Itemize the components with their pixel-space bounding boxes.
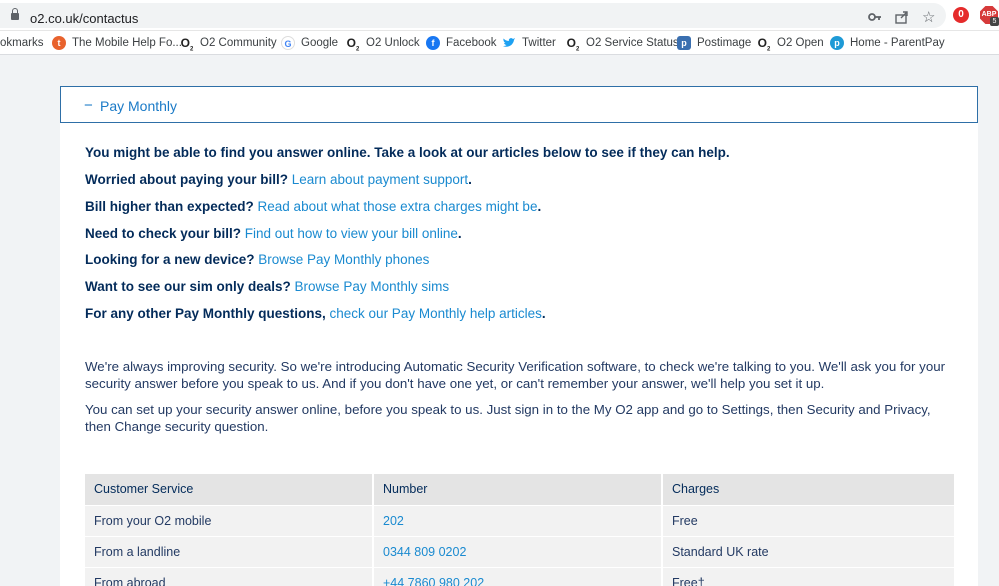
address-bar: o2.co.uk/contactus ☆ 0 ABP 5 xyxy=(0,0,999,31)
table-header-row: Customer Service Number Charges xyxy=(85,474,954,505)
intro-text: You might be able to find you answer onl… xyxy=(85,145,730,160)
o2-icon: O2 xyxy=(757,36,771,53)
table-cell: From your O2 mobile xyxy=(85,506,374,537)
pay-monthly-panel: − Pay Monthly You might be able to find … xyxy=(60,86,978,586)
pay-monthly-accordion-header[interactable]: − Pay Monthly xyxy=(60,86,978,123)
bookmark-label: O2 Open xyxy=(777,37,824,49)
table-cell: From a landline xyxy=(85,537,374,568)
bookmark-label: O2 Unlock xyxy=(366,37,420,49)
collapse-minus-icon[interactable]: − xyxy=(84,97,93,114)
security-setup-paragraph: You can set up your security answer onli… xyxy=(85,402,931,434)
bookmark-label: The Mobile Help Fo... xyxy=(72,37,182,49)
help-line-punct: . xyxy=(468,172,472,187)
table-cell: Free† xyxy=(672,576,705,586)
bookmarks-bar: okmarks t The Mobile Help Fo... O2 O2 Co… xyxy=(0,31,999,55)
help-line-punct: . xyxy=(541,306,546,321)
share-icon[interactable] xyxy=(895,10,909,28)
opera-extension-icon[interactable]: 0 xyxy=(953,7,969,23)
url-field[interactable]: o2.co.uk/contactus ☆ xyxy=(0,3,946,28)
o2-icon: O2 xyxy=(180,36,194,53)
bookmark-label: O2 Service Status xyxy=(586,37,679,49)
twitter-icon xyxy=(502,36,516,50)
table-cell: From abroad xyxy=(85,568,374,586)
help-line-text: Looking for a new device? xyxy=(85,252,259,267)
url-text[interactable]: o2.co.uk/contactus xyxy=(30,11,138,26)
google-icon: G xyxy=(281,36,295,50)
help-articles-link[interactable]: check our Pay Monthly help articles xyxy=(330,306,542,321)
o2-icon: O2 xyxy=(566,36,580,53)
facebook-icon: f xyxy=(426,36,440,50)
browse-sims-link[interactable]: Browse Pay Monthly sims xyxy=(295,279,450,294)
o2-icon: O2 xyxy=(346,36,360,53)
phone-number-link[interactable]: 202 xyxy=(374,506,663,537)
help-line: For any other Pay Monthly questions, che… xyxy=(85,306,546,321)
help-line: Want to see our sim only deals? Browse P… xyxy=(85,279,449,294)
lock-icon[interactable] xyxy=(11,8,19,22)
bookmark-label: O2 Community xyxy=(200,37,277,49)
view-bill-online-link[interactable]: Find out how to view your bill online xyxy=(245,226,458,241)
mobile-help-forum-icon: t xyxy=(52,36,66,50)
help-line-text: Worried about paying your bill? xyxy=(85,172,292,187)
bookmark-label: Twitter xyxy=(522,37,556,49)
help-line-text: Need to check your bill? xyxy=(85,226,245,241)
table-row: From abroad +44 7860 980 202 Free† xyxy=(85,567,954,586)
bookmark-label: Google xyxy=(301,37,339,49)
star-icon[interactable]: ☆ xyxy=(922,10,935,26)
help-line-text: Bill higher than expected? xyxy=(85,199,258,214)
help-line: Bill higher than expected? Read about wh… xyxy=(85,199,541,214)
security-paragraph: We're always improving security. So we'r… xyxy=(85,359,946,391)
column-header: Customer Service xyxy=(85,474,374,505)
key-icon[interactable] xyxy=(868,10,882,28)
column-header: Number xyxy=(374,474,663,505)
help-line-text: For any other Pay Monthly questions, xyxy=(85,306,330,321)
parentpay-icon: p xyxy=(830,36,844,50)
help-line-punct: . xyxy=(457,226,462,241)
table-cell: Free xyxy=(672,514,698,528)
phone-number-link[interactable]: +44 7860 980 202 xyxy=(374,568,663,586)
intro-line: You might be able to find you answer onl… xyxy=(85,145,730,160)
help-line: Looking for a new device? Browse Pay Mon… xyxy=(85,252,429,267)
table-row: From a landline 0344 809 0202 Standard U… xyxy=(85,536,954,568)
table-cell: Standard UK rate xyxy=(672,545,769,559)
postimage-icon: p xyxy=(677,36,691,50)
bookmark-label: okmarks xyxy=(0,37,44,49)
help-line: Need to check your bill? Find out how to… xyxy=(85,226,462,241)
column-header: Charges xyxy=(672,482,720,496)
accordion-title[interactable]: Pay Monthly xyxy=(100,98,177,114)
table-row: From your O2 mobile 202 Free xyxy=(85,505,954,537)
help-line-text: Want to see our sim only deals? xyxy=(85,279,295,294)
adblock-badge: 5 xyxy=(990,17,999,26)
page-content: − Pay Monthly You might be able to find … xyxy=(0,56,999,586)
extra-charges-link[interactable]: Read about what those extra charges migh… xyxy=(258,199,538,214)
phone-number-link[interactable]: 0344 809 0202 xyxy=(374,537,663,568)
bookmark-label: Postimage xyxy=(697,37,752,49)
bookmark-label: Home - ParentPay xyxy=(850,37,945,49)
browse-phones-link[interactable]: Browse Pay Monthly phones xyxy=(258,252,429,267)
help-line: Worried about paying your bill? Learn ab… xyxy=(85,172,472,187)
payment-support-link[interactable]: Learn about payment support xyxy=(292,172,468,187)
bookmark-label: Facebook xyxy=(446,37,497,49)
help-line-punct: . xyxy=(537,199,542,214)
